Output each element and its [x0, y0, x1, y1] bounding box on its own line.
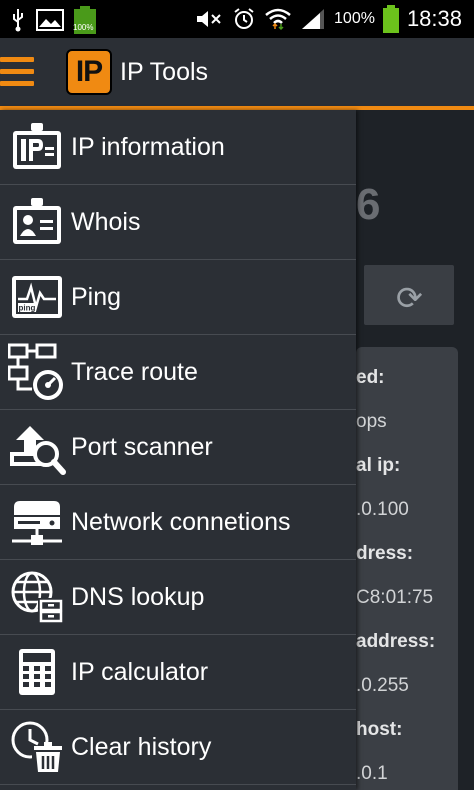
port-scanner-icon — [8, 418, 66, 476]
clear-history-icon — [8, 718, 66, 776]
calculator-icon — [8, 643, 66, 701]
drawer-item-ip-calculator[interactable]: IP calculator — [0, 635, 356, 710]
info-panel: ed: ops al ip: .0.100 dress: C8:01:75 ad… — [356, 347, 458, 790]
dns-lookup-icon — [8, 568, 66, 626]
navigation-drawer: IP information Whois ping Ping Trace rou… — [0, 110, 356, 790]
network-connections-icon — [8, 493, 66, 551]
info-label: address: — [356, 631, 436, 652]
usb-icon — [13, 9, 23, 32]
info-label: host: — [356, 719, 403, 740]
info-value: .0.100 — [356, 499, 409, 520]
info-value: ops — [356, 411, 387, 432]
app-logo[interactable]: IP — [66, 49, 112, 95]
refresh-button[interactable]: ⟳ — [364, 265, 454, 325]
svg-text:ping: ping — [19, 304, 36, 313]
battery-small-icon: 100% — [73, 6, 96, 34]
drawer-item-ip-information[interactable]: IP information — [0, 110, 356, 185]
trace-route-icon — [8, 343, 66, 401]
wifi-icon — [265, 8, 291, 31]
battery-small-label: 100% — [73, 23, 94, 32]
app-bar: IP IP Tools — [0, 38, 474, 110]
drawer-item-label: Trace route — [71, 357, 198, 386]
menu-icon[interactable] — [0, 57, 34, 89]
drawer-item-trace-route[interactable]: Trace route — [0, 335, 356, 410]
drawer-item-clear-history[interactable]: Clear history — [0, 710, 356, 785]
app-title: IP Tools — [120, 58, 209, 86]
drawer-item-label: Clear history — [71, 732, 212, 761]
info-value: .0.1 — [356, 763, 388, 784]
app-logo-text: IP — [75, 55, 103, 88]
drawer-item-label: Network connetions — [71, 507, 291, 536]
info-value: C8:01:75 — [356, 587, 434, 608]
info-label: dress: — [356, 543, 414, 564]
gallery-icon — [36, 9, 64, 31]
drawer-item-label: Port scanner — [71, 432, 213, 461]
drawer-item-port-scanner[interactable]: Port scanner — [0, 410, 356, 485]
whois-badge-icon — [8, 193, 66, 251]
alarm-icon — [234, 8, 254, 29]
main-content: 6 ⟳ ed: ops al ip: .0.100 dress: C8:01:7… — [356, 110, 474, 790]
drawer-item-whois[interactable]: Whois — [0, 185, 356, 260]
drawer-item-ping[interactable]: ping Ping — [0, 260, 356, 335]
drawer-item-dns-lookup[interactable]: DNS lookup — [0, 560, 356, 635]
info-label: al ip: — [356, 455, 401, 476]
ping-monitor-icon: ping — [8, 268, 66, 326]
signal-icon — [302, 9, 325, 29]
drawer-item-label: IP information — [71, 132, 225, 161]
main-big-value: 6 — [356, 180, 381, 229]
drawer-item-label: Whois — [71, 207, 141, 236]
info-label: ed: — [356, 367, 385, 388]
battery-icon — [382, 5, 399, 33]
status-bar: 100% 100% 18:38 — [0, 0, 474, 38]
status-clock: 18:38 — [406, 6, 462, 31]
drawer-item-label: IP calculator — [71, 657, 209, 686]
drawer-item-network-connections[interactable]: Network connetions — [0, 485, 356, 560]
mute-icon — [197, 11, 221, 27]
info-value: .0.255 — [356, 675, 409, 696]
drawer-item-label: Ping — [71, 282, 122, 311]
ip-badge-icon — [8, 118, 66, 176]
battery-percent: 100% — [334, 10, 375, 27]
refresh-icon: ⟳ — [396, 280, 423, 316]
drawer-item-label: DNS lookup — [71, 582, 205, 611]
